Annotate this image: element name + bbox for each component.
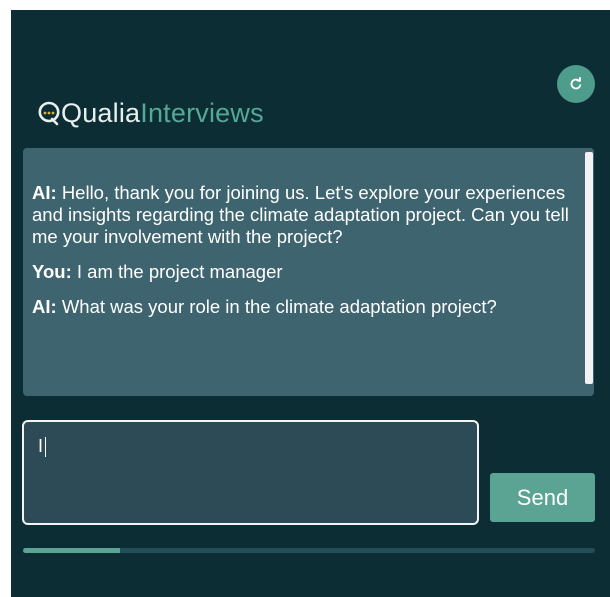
send-button[interactable]: Send bbox=[490, 473, 595, 522]
app-logo: Qualia Interviews bbox=[38, 96, 264, 130]
refresh-button[interactable] bbox=[557, 65, 595, 103]
logo-text-primary: Qualia bbox=[61, 97, 141, 128]
message-list: AI: Hello, thank you for joining us. Let… bbox=[32, 182, 580, 331]
message-speaker: AI: bbox=[32, 296, 57, 317]
interview-app: Qualia Interviews AI: Hello, thank you fo… bbox=[11, 10, 610, 597]
progress-fill bbox=[23, 548, 121, 553]
message-ai: AI: What was your role in the climate ad… bbox=[32, 296, 580, 318]
refresh-icon bbox=[570, 77, 582, 90]
chat-scrollbar[interactable] bbox=[584, 148, 594, 396]
message-input[interactable]: I bbox=[22, 420, 479, 525]
message-text: Hello, thank you for joining us. Let's e… bbox=[32, 182, 569, 247]
logo-text-secondary: Interviews bbox=[140, 97, 264, 128]
message-input-value: I bbox=[38, 436, 47, 458]
message-speaker: You: bbox=[32, 261, 72, 282]
input-value-text: I bbox=[38, 436, 44, 456]
message-text: I am the project manager bbox=[76, 261, 283, 282]
message-text: What was your role in the climate adapta… bbox=[61, 296, 497, 317]
message-ai: AI: Hello, thank you for joining us. Let… bbox=[32, 182, 580, 248]
message-speaker: AI: bbox=[32, 182, 57, 203]
text-caret bbox=[45, 437, 47, 458]
scrollbar-thumb[interactable] bbox=[585, 152, 593, 384]
logo-mark bbox=[38, 100, 60, 126]
interview-progress-bar bbox=[23, 548, 595, 553]
message-user: You: I am the project manager bbox=[32, 261, 580, 283]
chat-transcript[interactable]: AI: Hello, thank you for joining us. Let… bbox=[23, 148, 594, 396]
